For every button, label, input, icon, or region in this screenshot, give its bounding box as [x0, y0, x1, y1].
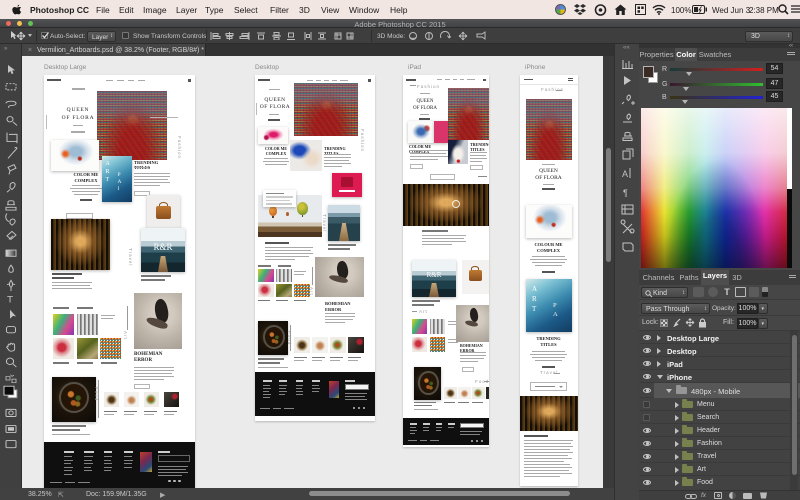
svg-text:A: A	[622, 169, 628, 179]
svg-text:T: T	[7, 295, 13, 305]
svg-text:¶: ¶	[623, 188, 628, 198]
